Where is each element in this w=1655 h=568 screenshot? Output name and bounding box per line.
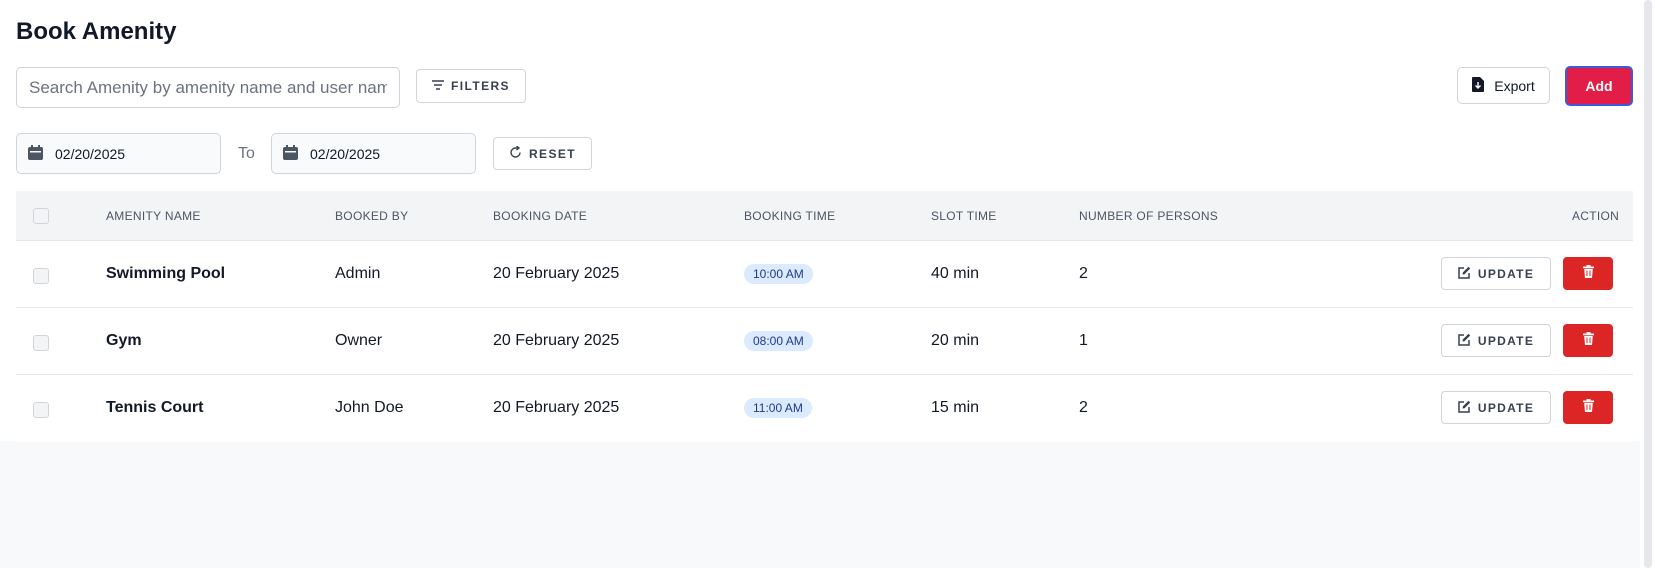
column-header-booking-date[interactable]: BOOKING DATE xyxy=(493,191,587,241)
add-button[interactable]: Add xyxy=(1565,66,1633,106)
booking-time-badge: 10:00 AM xyxy=(744,264,813,284)
column-header-slot-time[interactable]: SLOT TIME xyxy=(931,191,997,241)
booked-by: John Doe xyxy=(335,399,404,416)
booking-time-cell: 11:00 AM xyxy=(744,375,812,441)
table-row: Tennis Court John Doe 20 February 2025 1… xyxy=(16,375,1633,442)
update-button[interactable]: UPDATE xyxy=(1441,257,1551,290)
booking-time-badge: 11:00 AM xyxy=(744,398,812,418)
column-header-booked-by[interactable]: BOOKED BY xyxy=(335,191,408,241)
table-header: AMENITY NAME BOOKED BY BOOKING DATE BOOK… xyxy=(16,191,1633,241)
trash-icon xyxy=(1582,398,1594,417)
filters-label: FILTERS xyxy=(451,79,510,93)
slot-time: 40 min xyxy=(931,265,980,282)
page-title: Book Amenity xyxy=(16,18,177,45)
refresh-icon xyxy=(509,144,522,162)
booking-date: 20 February 2025 xyxy=(493,399,620,416)
date-from-field[interactable]: 02/20/2025 xyxy=(16,133,221,174)
reset-label: RESET xyxy=(528,146,576,161)
reset-button[interactable]: RESET xyxy=(493,137,592,170)
delete-button[interactable] xyxy=(1563,324,1613,357)
table-row: Gym Owner 20 February 2025 08:00 AM 20 m… xyxy=(16,308,1633,375)
date-to-label: To xyxy=(238,145,255,162)
edit-icon xyxy=(1458,266,1471,282)
select-all-checkbox[interactable] xyxy=(33,208,49,224)
filters-button[interactable]: FILTERS xyxy=(416,69,526,103)
trash-icon xyxy=(1582,264,1594,283)
row-checkbox[interactable] xyxy=(33,268,49,284)
amenity-name: Tennis Court xyxy=(106,399,204,416)
main-panel: Book Amenity FILTERS Export Add 02/20/20… xyxy=(0,0,1640,442)
booking-date: 20 February 2025 xyxy=(493,332,620,349)
booking-date: 20 February 2025 xyxy=(493,265,620,282)
calendar-icon xyxy=(283,144,298,163)
number-of-persons: 1 xyxy=(1079,332,1088,349)
update-button[interactable]: UPDATE xyxy=(1441,391,1551,424)
number-of-persons: 2 xyxy=(1079,265,1088,282)
update-label: UPDATE xyxy=(1477,266,1535,281)
delete-button[interactable] xyxy=(1563,257,1613,290)
table-row: Swimming Pool Admin 20 February 2025 10:… xyxy=(16,241,1633,308)
slot-time: 20 min xyxy=(931,332,980,349)
export-label: Export xyxy=(1494,77,1535,94)
export-button[interactable]: Export xyxy=(1457,67,1550,104)
calendar-icon xyxy=(28,144,43,163)
slot-time: 15 min xyxy=(931,399,980,416)
edit-icon xyxy=(1458,333,1471,349)
delete-button[interactable] xyxy=(1563,391,1613,424)
booking-time-cell: 08:00 AM xyxy=(744,308,813,374)
amenity-name: Gym xyxy=(106,332,142,349)
column-header-number-of-persons[interactable]: NUMBER OF PERSONS xyxy=(1079,191,1218,241)
number-of-persons: 2 xyxy=(1079,399,1088,416)
row-checkbox[interactable] xyxy=(33,402,49,418)
row-checkbox[interactable] xyxy=(33,335,49,351)
column-header-amenity-name[interactable]: AMENITY NAME xyxy=(106,191,201,241)
booked-by: Admin xyxy=(335,265,381,282)
column-header-action: ACTION xyxy=(1572,209,1620,223)
update-button[interactable]: UPDATE xyxy=(1441,324,1551,357)
date-to-field[interactable]: 02/20/2025 xyxy=(271,133,476,174)
amenity-name: Swimming Pool xyxy=(106,265,226,282)
column-header-booking-time[interactable]: BOOKING TIME xyxy=(744,191,835,241)
booking-time-badge: 08:00 AM xyxy=(744,331,813,351)
update-label: UPDATE xyxy=(1477,333,1535,348)
search-input[interactable] xyxy=(16,67,400,108)
booked-by: Owner xyxy=(335,332,383,349)
date-to-value: 02/20/2025 xyxy=(310,145,381,162)
vertical-scrollbar[interactable] xyxy=(1640,0,1655,568)
date-from-value: 02/20/2025 xyxy=(55,145,126,162)
booking-time-cell: 10:00 AM xyxy=(744,241,813,307)
scrollbar-thumb[interactable] xyxy=(1644,0,1652,568)
trash-icon xyxy=(1582,331,1594,350)
edit-icon xyxy=(1458,400,1471,416)
file-download-icon xyxy=(1472,76,1485,95)
filter-lines-icon xyxy=(432,79,445,93)
update-label: UPDATE xyxy=(1477,400,1535,415)
